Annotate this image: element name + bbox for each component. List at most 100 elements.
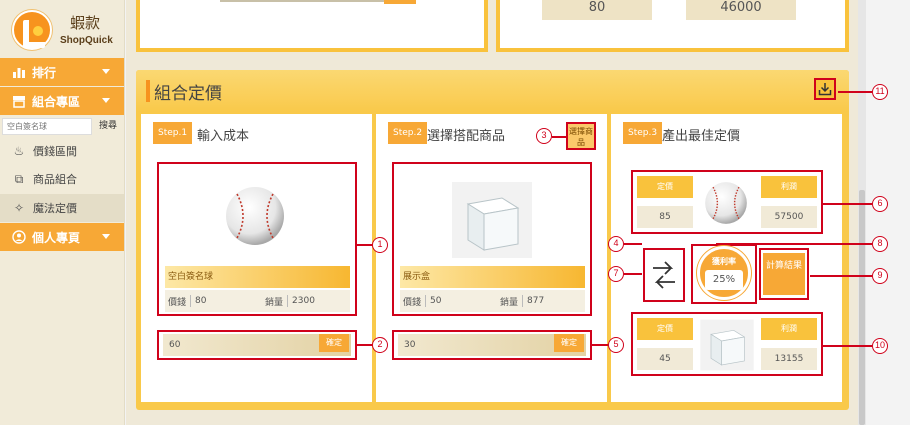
nav-personal-label: 個人專頁 — [32, 230, 81, 245]
logo[interactable]: 蝦款 ShopQuick — [8, 6, 120, 56]
callout-leader — [822, 345, 872, 347]
cost1-box: 60 確定 — [157, 330, 357, 360]
callout-10: 10 — [872, 338, 888, 354]
sales-label: 銷量 — [265, 297, 284, 308]
callout-5: 5 — [608, 337, 624, 353]
step3-badge: Step.3 — [623, 122, 663, 144]
callout-2: 2 — [372, 337, 388, 353]
margin-label: 獲利率 — [712, 257, 736, 266]
callout-4: 4 — [608, 236, 624, 252]
product1-sales: 2300 — [292, 296, 315, 306]
callout-leader — [356, 244, 372, 246]
sidebar-item-label: 商品組合 — [33, 173, 77, 186]
nav-combo-zone-label: 組合專區 — [32, 94, 81, 109]
callout-8: 8 — [872, 236, 888, 252]
product1-info: 價錢 80 銷量 2300 — [165, 290, 350, 312]
sidebar-item-price-range[interactable]: ♨ 價錢區間 — [0, 137, 124, 165]
callout-leader — [592, 344, 608, 346]
nav-ranking[interactable]: 排行 — [0, 58, 124, 86]
download-button[interactable] — [814, 78, 836, 100]
combo-pricing-panel: 組合定價 Step.1 輸入成本 空白簽名球 價錢 80 銷量 2300 60 … — [136, 70, 849, 410]
bar-chart-icon — [13, 68, 25, 78]
product2-name: 展示盒 — [400, 266, 585, 288]
chevron-down-icon — [102, 98, 110, 103]
product1-price: 80 — [195, 296, 207, 306]
result2-row: 定價 45 利潤 13155 — [631, 312, 823, 376]
nav-personal[interactable]: 個人專頁 — [0, 223, 124, 251]
margin-circle: 獲利率 25% — [697, 246, 751, 300]
product2-info: 價錢 50 銷量 877 — [400, 290, 585, 312]
nav-ranking-label: 排行 — [32, 65, 57, 80]
store-icon — [13, 96, 25, 108]
margin-box: 獲利率 25% — [691, 244, 757, 304]
callout-9: 9 — [872, 268, 888, 284]
sidebar-item-product-combo[interactable]: ⧉ 商品組合 — [0, 165, 124, 193]
brand-name-en: ShopQuick — [60, 35, 113, 46]
callout-leader — [822, 203, 872, 205]
step2-title: 選擇搭配商品 — [427, 129, 506, 144]
chevron-down-icon — [102, 234, 110, 239]
price-label: 價錢 — [168, 297, 187, 308]
step1-column: Step.1 輸入成本 空白簽名球 價錢 80 銷量 2300 60 確定 — [141, 114, 372, 402]
callout-11: 11 — [872, 84, 888, 100]
price-label: 價錢 — [403, 297, 422, 308]
step3-title: 產出最佳定價 — [662, 129, 741, 144]
product1-card[interactable]: 空白簽名球 價錢 80 銷量 2300 — [157, 162, 357, 316]
panel-header: 組合定價 — [136, 70, 849, 112]
result1-profit: 57500 — [761, 206, 817, 228]
sidebar: 蝦款 ShopQuick 排行 組合專區 搜尋 ♨ 價錢區間 ⧉ 商品組合 ✧ … — [0, 0, 125, 425]
swap-arrows-icon — [653, 261, 675, 289]
scrollbar-thumb[interactable] — [859, 190, 865, 425]
step2-badge: Step.2 — [388, 122, 428, 144]
top-card-right: 80 46000 — [496, 0, 849, 52]
callout-leader — [356, 344, 372, 346]
margin-value: 25% — [705, 270, 743, 290]
result2-price-label: 定價 — [637, 318, 693, 340]
step3-column: Step.3 產出最佳定價 定價 85 利潤 57500 獲利率 25% 計算結… — [611, 114, 842, 402]
callout-leader — [838, 91, 872, 93]
brand-name-cn: 蝦款 — [70, 14, 101, 32]
product2-price: 50 — [430, 296, 442, 306]
product2-sales: 877 — [527, 296, 545, 306]
callout-leader — [624, 273, 642, 275]
nav-combo-zone[interactable]: 組合專區 — [0, 87, 124, 115]
baseball-icon — [226, 187, 284, 245]
cost2-confirm-button[interactable]: 確定 — [554, 334, 584, 352]
chevron-down-icon — [102, 69, 110, 74]
step2-column: Step.2 選擇搭配商品 選擇商品 展示盒 價錢 50 銷量 877 30 確… — [376, 114, 607, 402]
search-row: 搜尋 — [0, 116, 124, 137]
result1-profit-label: 利潤 — [761, 176, 817, 198]
top-card-left — [136, 0, 488, 52]
top-value-right: 46000 — [686, 0, 796, 20]
result1-row: 定價 85 利潤 57500 — [631, 170, 823, 234]
callout-6: 6 — [872, 196, 888, 212]
step1-title: 輸入成本 — [197, 129, 250, 144]
sidebar-item-label: 價錢區間 — [33, 145, 77, 158]
swap-button[interactable] — [643, 248, 685, 302]
download-icon — [818, 83, 832, 96]
result2-price: 45 — [637, 348, 693, 370]
select-product-button[interactable]: 選擇商品 — [566, 122, 596, 150]
title-accent-bar — [146, 80, 150, 102]
display-box-icon — [700, 319, 754, 371]
cost2-box: 30 確定 — [392, 330, 592, 360]
boxes-icon: ⧉ — [14, 171, 24, 186]
cost1-confirm-button[interactable]: 確定 — [319, 334, 349, 352]
sidebar-item-magic-pricing[interactable]: ✧ 魔法定價 — [0, 194, 124, 222]
callout-7: 7 — [608, 266, 624, 282]
sidebar-item-label: 魔法定價 — [33, 202, 77, 215]
calculate-button[interactable]: 計算結果 — [763, 253, 805, 295]
search-button[interactable]: 搜尋 — [93, 118, 123, 135]
magic-wand-icon: ✧ — [13, 201, 25, 215]
callout-1: 1 — [372, 237, 388, 253]
result1-price: 85 — [637, 206, 693, 228]
money-bag-icon: ♨ — [13, 144, 25, 158]
product2-card[interactable]: 展示盒 價錢 50 銷量 877 — [392, 162, 592, 316]
calc-button-box: 計算結果 — [759, 248, 809, 300]
sales-label: 銷量 — [500, 297, 519, 308]
user-circle-icon — [12, 230, 26, 244]
search-input[interactable] — [2, 118, 92, 135]
logo-icon — [12, 10, 52, 50]
callout-leader — [552, 136, 566, 138]
step1-badge: Step.1 — [153, 122, 193, 144]
